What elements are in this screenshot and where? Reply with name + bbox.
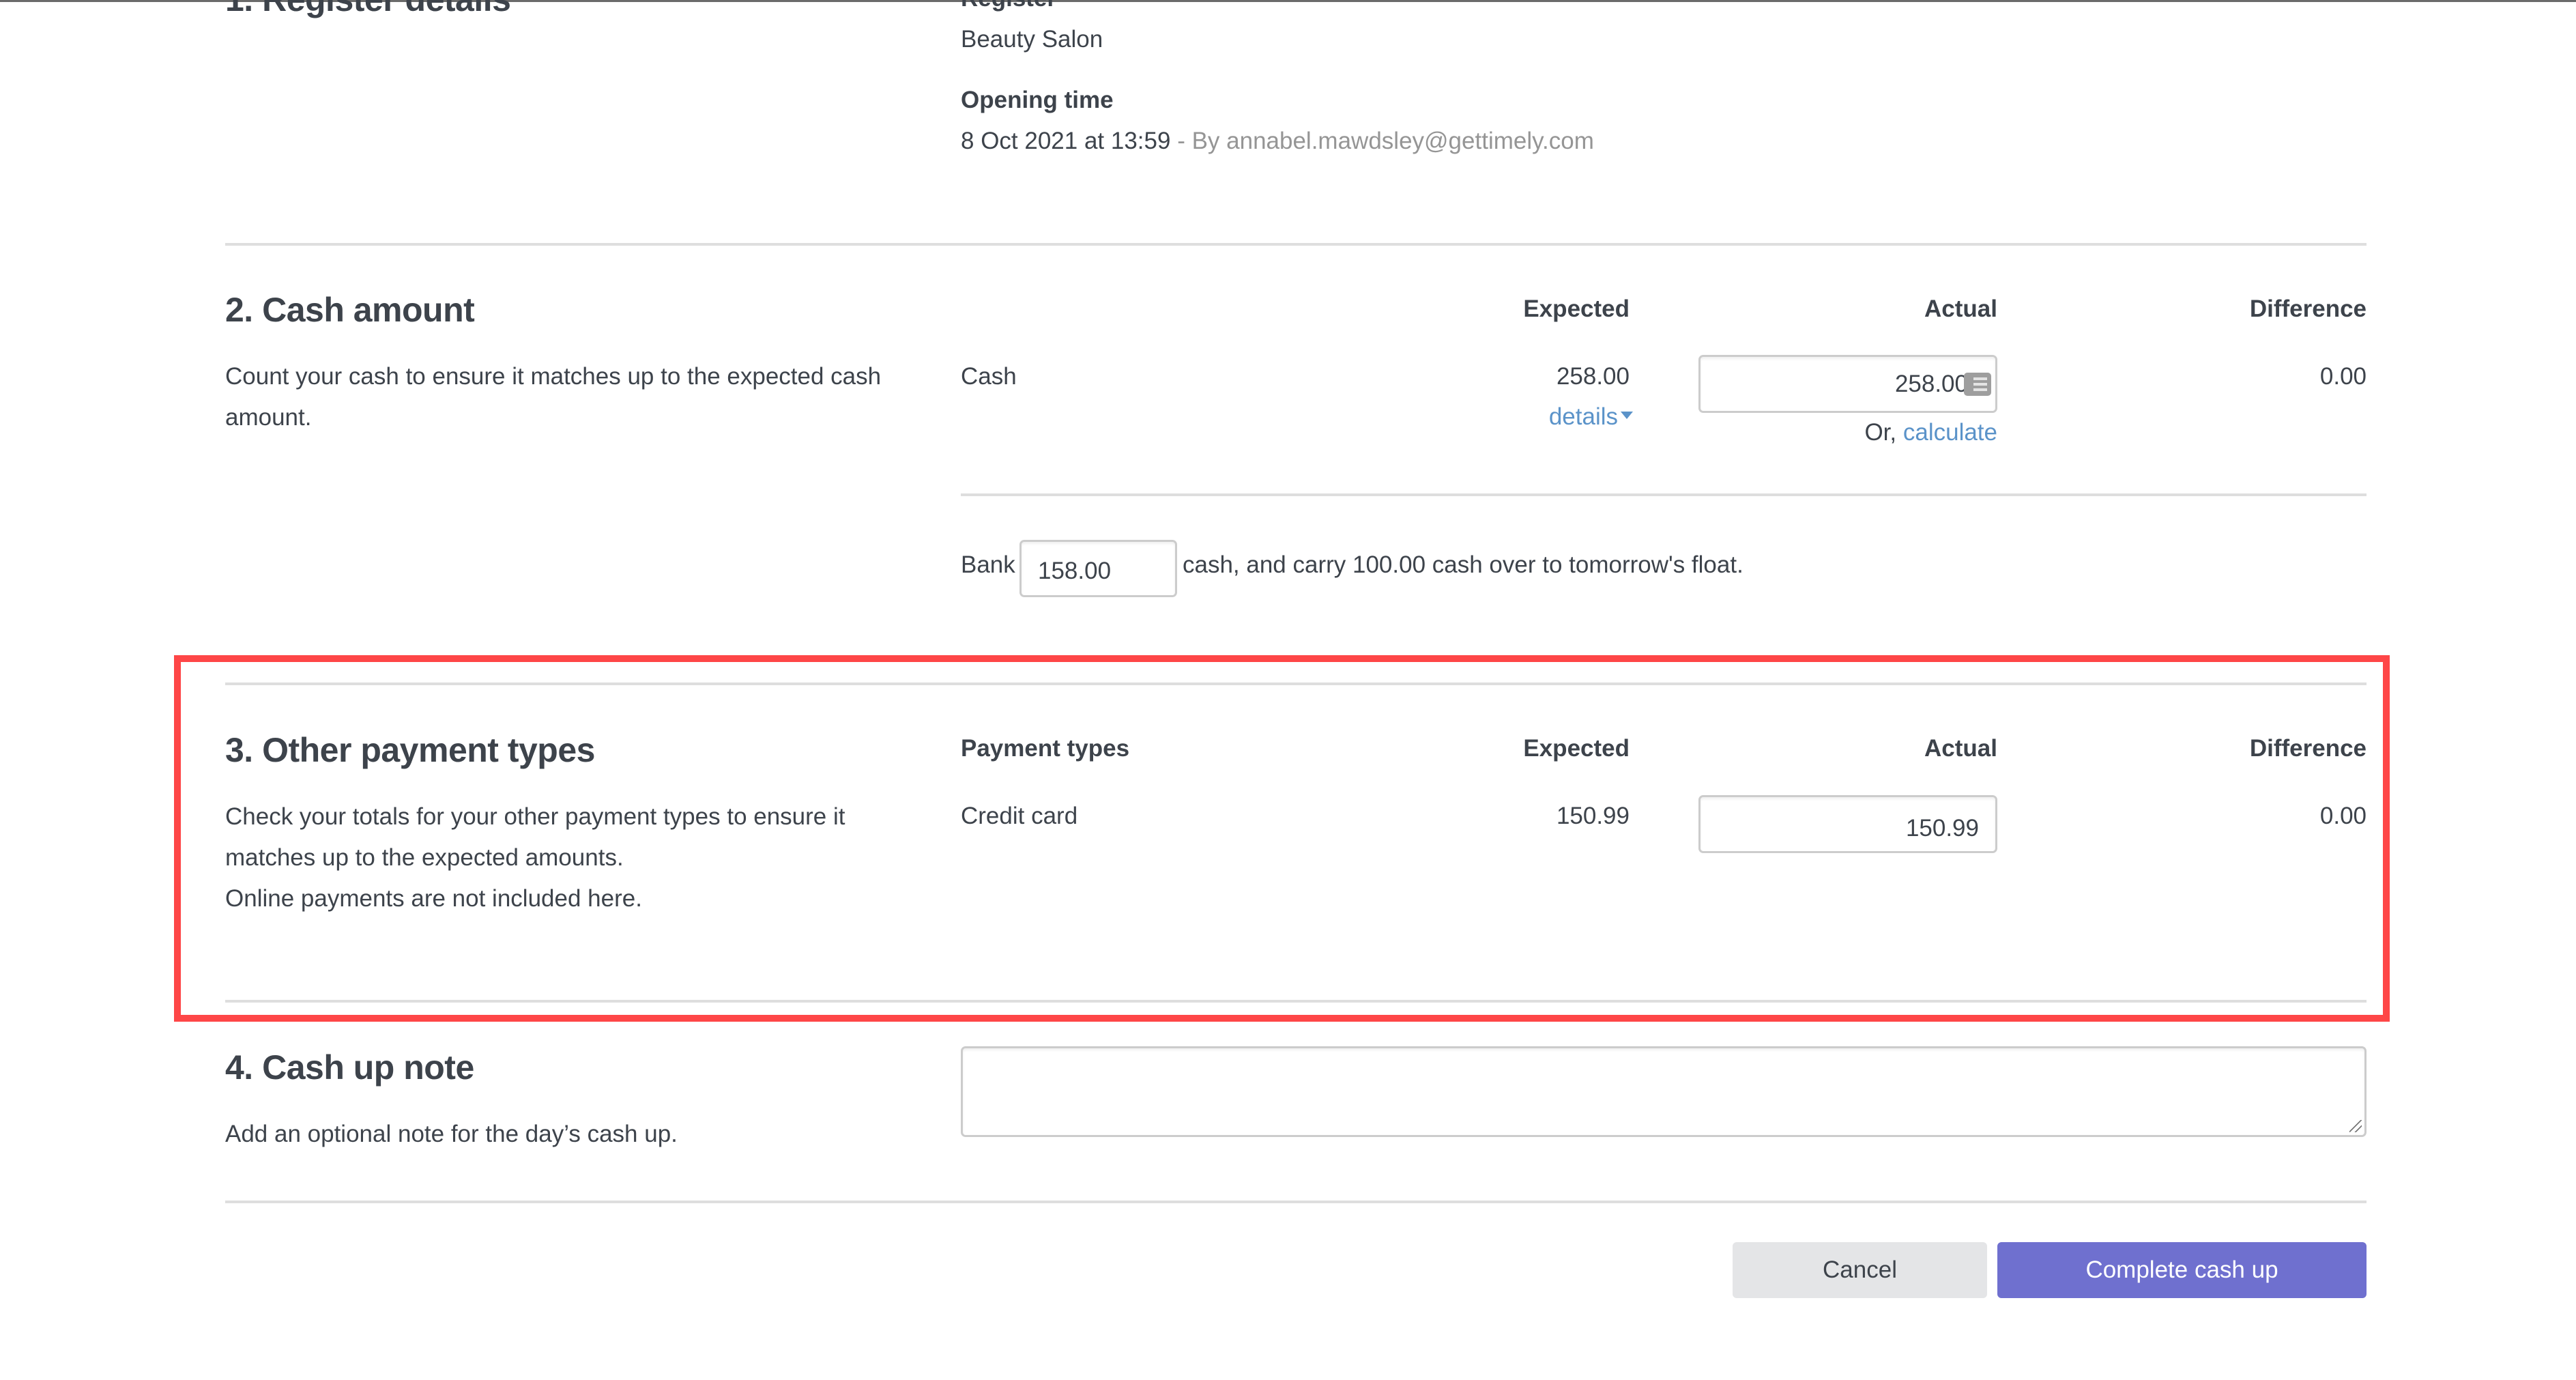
register-label: Register	[961, 0, 1056, 12]
cash-header-difference: Difference	[2249, 296, 2367, 322]
complete-cash-up-button[interactable]: Complete cash up	[1997, 1242, 2367, 1298]
cash-amount-description-line2: amount.	[225, 404, 312, 431]
footer-divider	[225, 1201, 2367, 1203]
calculate-link[interactable]: calculate	[1903, 419, 1997, 446]
section-cash-amount-title: 2. Cash amount	[225, 291, 475, 329]
caret-down-icon	[1621, 412, 1633, 420]
bank-amount-input[interactable]: 158.00	[1019, 540, 1177, 597]
bank-float-text: cash, and carry 100.00 cash over to tomo…	[1183, 551, 1743, 578]
cash-header-actual: Actual	[1924, 296, 1997, 322]
opening-time: 8 Oct 2021 at 13:59 - By annabel.mawdsle…	[961, 128, 1594, 155]
or-calculate: Or, calculate	[1724, 419, 1997, 446]
details-link-label: details	[1548, 403, 1618, 430]
highlight-annotation-box	[174, 655, 2390, 1022]
or-text: Or,	[1864, 419, 1897, 446]
bank-amount-input-value: 158.00	[1038, 558, 1112, 584]
resize-grip-icon[interactable]	[2349, 1120, 2362, 1132]
cash-details-toggle[interactable]: details	[1425, 403, 1633, 431]
cancel-button[interactable]: Cancel	[1733, 1242, 1987, 1298]
opening-time-value: 8 Oct 2021 at 13:59	[961, 128, 1171, 154]
cash-actual-input-value: 258.00	[1894, 370, 1968, 397]
cash-expected-value: 258.00	[1556, 363, 1630, 390]
opened-by: - By annabel.mawdsley@gettimely.com	[1177, 128, 1594, 154]
register-value: Beauty Salon	[961, 26, 1103, 53]
bank-label: Bank	[961, 551, 1015, 578]
section-register-details-title: 1. Register details	[225, 0, 511, 19]
section-divider	[225, 243, 2367, 246]
cash-header-expected: Expected	[1523, 296, 1630, 322]
cash-up-note-description: Add an optional note for the day’s cash …	[225, 1121, 678, 1147]
cash-up-note-textarea[interactable]	[961, 1046, 2367, 1137]
cash-amount-description-line1: Count your cash to ensure it matches up …	[225, 363, 882, 390]
cash-difference-value: 0.00	[2319, 363, 2367, 390]
opening-time-label: Opening time	[961, 87, 1114, 113]
cash-actual-input[interactable]: 258.00	[1698, 355, 1997, 413]
cash-row-divider	[961, 493, 2367, 496]
calculator-icon[interactable]	[1964, 373, 1991, 396]
cash-row-label: Cash	[961, 363, 1017, 390]
section-cash-up-note-title: 4. Cash up note	[225, 1048, 474, 1087]
